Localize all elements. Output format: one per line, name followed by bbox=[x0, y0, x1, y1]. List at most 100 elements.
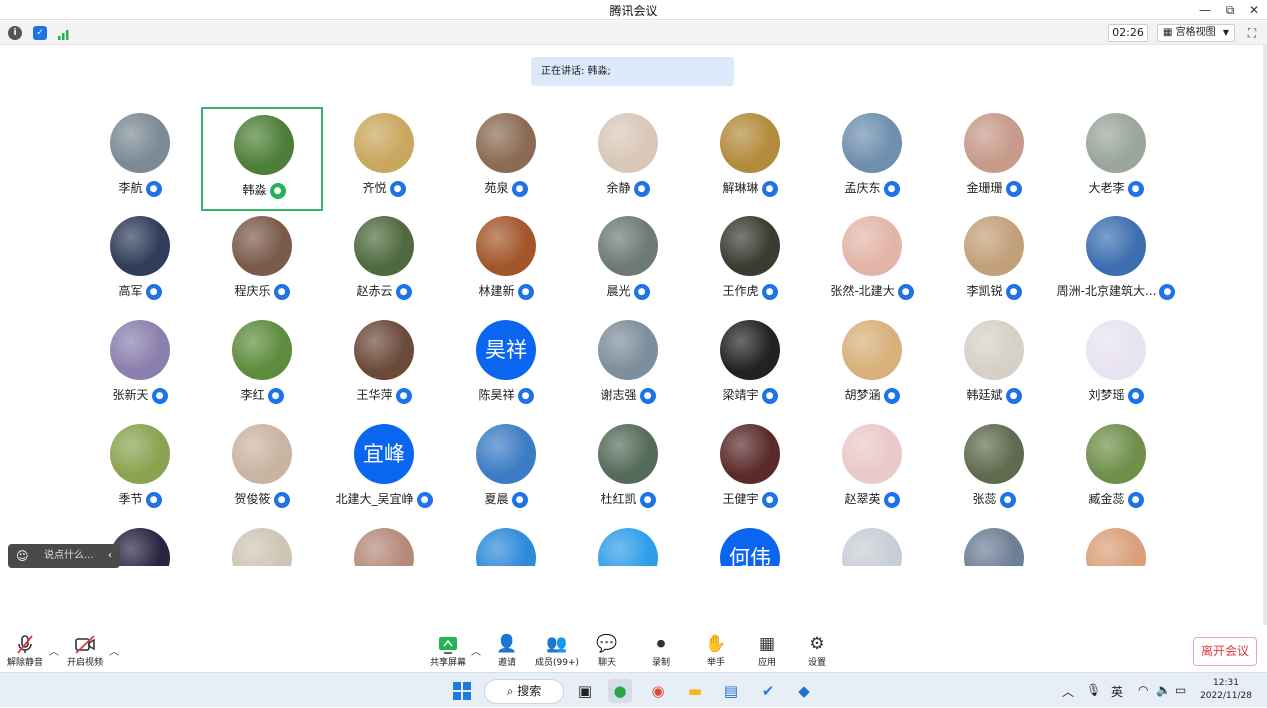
avatar bbox=[964, 320, 1024, 380]
participant-tile[interactable]: 苑泉 ● bbox=[445, 107, 567, 211]
close-button[interactable]: ✕ bbox=[1243, 1, 1265, 19]
taskbar-search[interactable]: ⌕ 搜索 bbox=[484, 679, 564, 704]
avatar bbox=[598, 320, 658, 380]
participant-name: 林建新 ● bbox=[445, 282, 567, 300]
participant-name-label: 王健宇 bbox=[722, 492, 759, 506]
participant-tile[interactable]: 韩廷斌 ● bbox=[933, 314, 1055, 418]
feishu-icon[interactable]: ✔ bbox=[756, 679, 780, 703]
start-video-label: 开启视频 bbox=[66, 658, 103, 668]
avatar: 昊祥 bbox=[476, 320, 536, 380]
info-icon[interactable]: i bbox=[8, 26, 22, 40]
battery-icon[interactable]: ▭ bbox=[1175, 683, 1186, 697]
tray-overflow-icon[interactable]: ︿ bbox=[1062, 683, 1074, 700]
participant-tile[interactable]: 张新天 ● bbox=[79, 314, 201, 418]
security-shield-icon[interactable]: ✓ bbox=[33, 26, 47, 40]
participant-tile[interactable]: 周洲-北京建筑大... ● bbox=[1055, 210, 1177, 314]
participant-tile[interactable]: 晨光 ● bbox=[567, 210, 689, 314]
participant-tile[interactable]: 李凯锐 ● bbox=[933, 210, 1055, 314]
chrome-icon[interactable]: ◉ bbox=[646, 679, 670, 703]
video-options-chevron-icon[interactable]: ︿ bbox=[109, 643, 119, 658]
participant-tile[interactable]: 谢志强 ● bbox=[567, 314, 689, 418]
participant-tile[interactable]: 刘梦瑶 ● bbox=[1055, 314, 1177, 418]
participant-tile[interactable]: 季节 ● bbox=[79, 418, 201, 522]
participant-tile[interactable] bbox=[445, 522, 567, 566]
participant-tile[interactable]: 王华萍 ● bbox=[323, 314, 445, 418]
collapse-icon[interactable]: ‹ bbox=[108, 544, 112, 568]
volume-icon[interactable]: 🔈 bbox=[1156, 683, 1171, 697]
participant-tile[interactable]: 李航 ● bbox=[79, 107, 201, 211]
participant-tile[interactable]: 程庆乐 ● bbox=[201, 210, 323, 314]
participant-tile[interactable] bbox=[811, 522, 933, 566]
participant-tile[interactable] bbox=[323, 522, 445, 566]
tray-mic-icon[interactable]: 🎙 bbox=[1086, 683, 1101, 697]
mic-icon: ● bbox=[761, 387, 778, 404]
mic-icon: ● bbox=[511, 180, 528, 197]
mic-icon: ● bbox=[897, 283, 914, 300]
record-button[interactable]: ⏺ 录制 bbox=[631, 633, 691, 668]
ime-indicator[interactable]: 英 bbox=[1111, 683, 1123, 700]
participant-tile[interactable]: 王健宇 ● bbox=[689, 418, 811, 522]
participant-tile[interactable] bbox=[567, 522, 689, 566]
store-icon[interactable]: ▤ bbox=[719, 679, 743, 703]
settings-button[interactable]: ⚙ 设置 bbox=[787, 633, 847, 668]
restore-button[interactable]: ⧉ bbox=[1219, 1, 1241, 19]
fullscreen-icon[interactable]: ⛶ bbox=[1244, 25, 1260, 41]
view-selector[interactable]: ▦ 宫格视图 ▼ bbox=[1157, 24, 1235, 42]
participant-tile[interactable]: 金珊珊 ● bbox=[933, 107, 1055, 211]
network-signal-icon[interactable] bbox=[57, 26, 71, 40]
participant-tile[interactable]: 解琳琳 ● bbox=[689, 107, 811, 211]
share-screen-button[interactable]: 共享屏幕 bbox=[418, 633, 478, 668]
participant-name: 程庆乐 ● bbox=[201, 282, 323, 300]
taskbar-search-label: 搜索 bbox=[517, 684, 542, 698]
window-title: 腾讯会议 bbox=[609, 4, 658, 18]
participant-tile[interactable]: 高军 ● bbox=[79, 210, 201, 314]
tencent-meeting-icon[interactable]: ◆ bbox=[792, 679, 816, 703]
participant-tile[interactable]: 张蕊 ● bbox=[933, 418, 1055, 522]
mic-icon: ● bbox=[151, 387, 168, 404]
participant-tile[interactable]: 贺俊筱 ● bbox=[201, 418, 323, 522]
participant-tile[interactable]: 夏晨 ● bbox=[445, 418, 567, 522]
participant-tile[interactable]: 胡梦涵 ● bbox=[811, 314, 933, 418]
participant-name-label: 胡梦涵 bbox=[844, 388, 881, 402]
settings-label: 设置 bbox=[807, 658, 826, 668]
participant-tile[interactable]: 李红 ● bbox=[201, 314, 323, 418]
participant-name-label: 王作虎 bbox=[722, 284, 759, 298]
participant-tile[interactable]: 林建新 ● bbox=[445, 210, 567, 314]
avatar bbox=[232, 528, 292, 566]
minimize-button[interactable]: — bbox=[1194, 1, 1216, 19]
participant-tile[interactable]: 杜红凯 ● bbox=[567, 418, 689, 522]
participant-tile[interactable]: 臧金蕊 ● bbox=[1055, 418, 1177, 522]
participant-tile[interactable]: 昊祥 陈昊祥 ● bbox=[445, 314, 567, 418]
avatar bbox=[1086, 528, 1146, 566]
participant-tile[interactable]: 赵翠英 ● bbox=[811, 418, 933, 522]
avatar bbox=[110, 424, 170, 484]
participant-tile[interactable] bbox=[1055, 522, 1177, 566]
emoji-icon[interactable]: ☺ bbox=[16, 544, 29, 568]
leave-meeting-button[interactable]: 离开会议 bbox=[1193, 637, 1257, 666]
participant-tile[interactable]: 宜峰 北建大_吴宜峥 ● bbox=[323, 418, 445, 522]
participant-tile[interactable]: 张然-北建大 ● bbox=[811, 210, 933, 314]
participant-tile[interactable]: 大老李 ● bbox=[1055, 107, 1177, 211]
windows-start-icon[interactable] bbox=[450, 679, 474, 703]
chat-quick-input[interactable]: ☺ 说点什么... ‹ bbox=[8, 544, 120, 568]
start-video-button[interactable]: 开启视频 bbox=[55, 633, 115, 668]
wechat-icon[interactable]: ● bbox=[608, 679, 632, 703]
participant-tile[interactable] bbox=[933, 522, 1055, 566]
participant-tile[interactable] bbox=[201, 522, 323, 566]
participant-tile[interactable]: 王作虎 ● bbox=[689, 210, 811, 314]
unmute-button[interactable]: 解除静音 bbox=[0, 633, 55, 668]
task-view-icon[interactable]: ▣ bbox=[573, 679, 597, 703]
wifi-icon[interactable]: ◠ bbox=[1138, 683, 1148, 697]
chat-button[interactable]: 💬 聊天 bbox=[577, 633, 637, 668]
participant-tile[interactable]: 余静 ● bbox=[567, 107, 689, 211]
system-clock[interactable]: 12:31 2022/11/28 bbox=[1196, 677, 1256, 703]
participant-tile[interactable]: 赵赤云 ● bbox=[323, 210, 445, 314]
participant-tile[interactable]: 梁靖宇 ● bbox=[689, 314, 811, 418]
participant-name: 余静 ● bbox=[567, 179, 689, 197]
file-explorer-icon[interactable]: ▬ bbox=[683, 679, 707, 703]
participant-tile[interactable]: 孟庆东 ● bbox=[811, 107, 933, 211]
avatar-initials: 何伟 bbox=[729, 546, 771, 566]
participant-tile[interactable]: 齐悦 ● bbox=[323, 107, 445, 211]
participant-tile[interactable]: 何伟 bbox=[689, 522, 811, 566]
participant-tile[interactable]: 韩淼 ● bbox=[201, 107, 323, 211]
